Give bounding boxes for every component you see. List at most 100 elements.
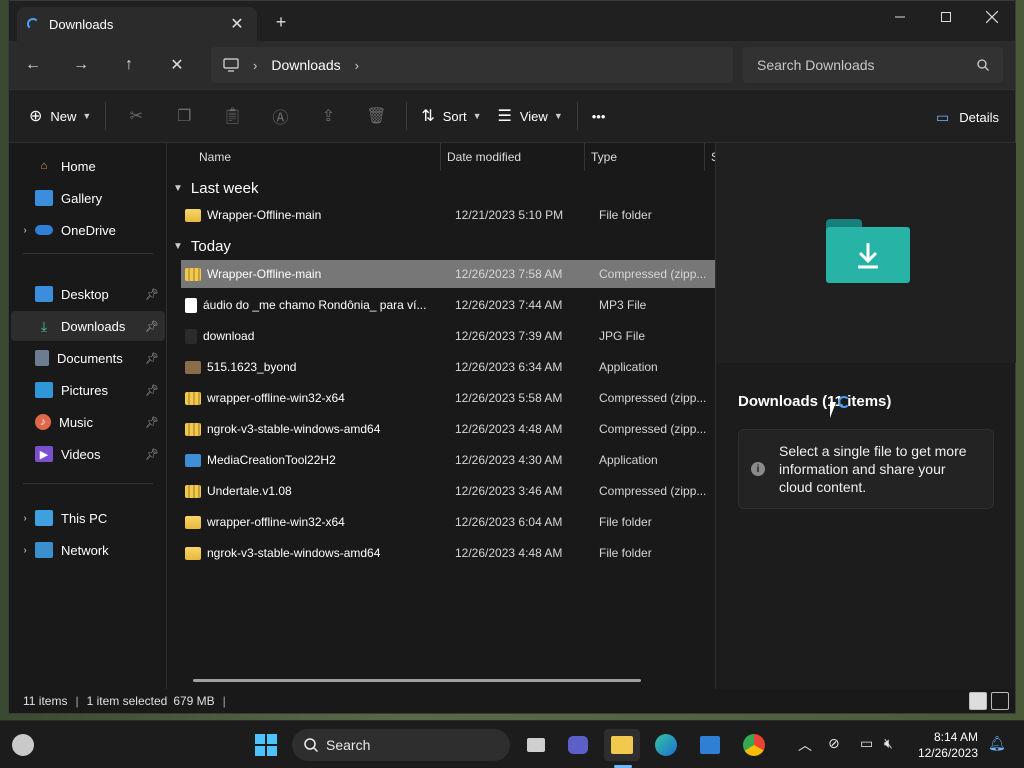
search-input[interactable]: Search Downloads xyxy=(743,47,1003,83)
tab-downloads[interactable]: Downloads ✕ xyxy=(17,7,257,41)
share-button[interactable]: ⇪ xyxy=(304,98,352,134)
chrome-icon xyxy=(743,734,765,756)
taskbar-search[interactable]: Search xyxy=(292,729,510,761)
chevron-right-icon[interactable]: › xyxy=(15,513,35,524)
sidebar-item-network[interactable]: › Network xyxy=(11,535,165,565)
taskbar-search-label: Search xyxy=(326,737,371,753)
pin-icon: 📌︎ xyxy=(145,384,159,397)
music-icon: ♪ xyxy=(35,414,51,430)
view-button[interactable]: ☰ View ▼ xyxy=(490,98,571,134)
task-view-button[interactable] xyxy=(518,729,554,761)
column-header-date-modified[interactable]: Date modified xyxy=(441,143,585,171)
pin-icon: 📌︎ xyxy=(145,288,159,301)
horizontal-scrollbar[interactable] xyxy=(193,679,641,682)
network-status-icon[interactable]: ⊘ xyxy=(828,735,840,752)
close-button[interactable] xyxy=(969,1,1015,33)
sidebar-item-home[interactable]: ⌂ Home xyxy=(11,151,165,181)
table-row[interactable]: Wrapper-Offline-main 12/21/2023 5:10 PM … xyxy=(181,201,715,229)
new-button[interactable]: ⊕ New ▼ xyxy=(21,98,99,134)
monitor-icon xyxy=(223,58,239,72)
weather-icon[interactable] xyxy=(12,734,34,756)
chrome-browser-button[interactable] xyxy=(736,729,772,761)
stop-loading-button[interactable]: ✕ xyxy=(153,45,201,85)
minimize-button[interactable] xyxy=(877,1,923,33)
table-row[interactable]: MediaCreationTool22H2 12/26/2023 4:30 AM… xyxy=(181,446,715,474)
sidebar-item-label: Gallery xyxy=(61,190,103,206)
sidebar-item-onedrive[interactable]: › OneDrive xyxy=(11,215,165,245)
up-button[interactable]: ↑ xyxy=(105,45,153,85)
table-row[interactable]: wrapper-offline-win32-x64 12/26/2023 6:0… xyxy=(181,508,715,536)
paste-button[interactable]: 📋︎ xyxy=(208,98,256,134)
details-pane-button[interactable]: ▭ Details xyxy=(936,99,999,135)
status-bar: 11 items | 1 item selected 679 MB | xyxy=(9,689,1015,713)
table-row[interactable]: Undertale.v1.08 12/26/2023 3:46 AM Compr… xyxy=(181,477,715,505)
rename-button[interactable]: Ⓐ xyxy=(256,98,304,134)
group-label: Last week xyxy=(190,179,259,197)
sidebar-item-desktop[interactable]: Desktop 📌︎ xyxy=(11,279,165,309)
sidebar-item-downloads[interactable]: ⤓ Downloads 📌︎ xyxy=(11,311,165,341)
table-row[interactable]: ngrok-v3-stable-windows-amd64 12/26/2023… xyxy=(181,415,715,443)
edge-browser-button[interactable] xyxy=(648,729,684,761)
search-icon xyxy=(977,59,989,71)
back-button[interactable]: ← xyxy=(9,45,57,85)
table-row[interactable]: download 12/26/2023 7:39 AM JPG File xyxy=(181,322,715,350)
file-explorer-taskbar-button[interactable] xyxy=(604,729,640,761)
group-header-last-week[interactable]: ▼ Last week xyxy=(173,175,258,201)
sidebar-item-label: Documents xyxy=(57,350,123,366)
file-explorer-window: Downloads ✕ + ← → ↑ ✕ › Downloads › Sear… xyxy=(8,0,1016,714)
details-view-button[interactable] xyxy=(969,692,987,710)
tab-close-button[interactable]: ✕ xyxy=(227,14,247,34)
table-row[interactable]: áudio do _me chamo Rondônia_ para ví... … xyxy=(181,291,715,319)
display-icon[interactable]: ▭ xyxy=(860,735,873,752)
cut-button[interactable]: ✂ xyxy=(112,98,160,134)
chevron-right-icon[interactable]: › xyxy=(15,545,35,556)
breadcrumb-downloads[interactable]: Downloads xyxy=(271,57,340,73)
column-header-name[interactable]: Name xyxy=(193,143,441,171)
new-tab-button[interactable]: + xyxy=(271,13,291,31)
sidebar-item-videos[interactable]: ▶ Videos 📌︎ xyxy=(11,439,165,469)
volume-muted-icon[interactable]: 🔇︎ xyxy=(884,735,893,752)
store-button[interactable] xyxy=(692,729,728,761)
column-header-type[interactable]: Type xyxy=(585,143,705,171)
see-more-button[interactable]: ••• xyxy=(584,98,614,134)
divider xyxy=(406,102,408,130)
folder-icon xyxy=(185,208,201,222)
sidebar-item-gallery[interactable]: Gallery xyxy=(11,183,165,213)
tiles-view-button[interactable] xyxy=(991,692,1009,710)
zip-folder-icon xyxy=(185,484,201,498)
forward-button[interactable]: → xyxy=(57,45,105,85)
group-header-today[interactable]: ▼ Today xyxy=(173,233,231,259)
trash-icon: 🗑︎ xyxy=(366,108,387,125)
chat-icon xyxy=(568,736,588,754)
notification-bell-icon[interactable]: 🔔︎ xyxy=(988,735,1006,752)
maximize-button[interactable] xyxy=(923,1,969,33)
delete-button[interactable]: 🗑︎ xyxy=(352,98,400,134)
sidebar-item-music[interactable]: ♪ Music 📌︎ xyxy=(11,407,165,437)
breadcrumb-separator[interactable]: › xyxy=(355,58,359,73)
sidebar-item-documents[interactable]: Documents 📌︎ xyxy=(11,343,165,373)
show-hidden-icons-button[interactable]: ︿ xyxy=(798,735,812,755)
chat-app-button[interactable] xyxy=(560,729,596,761)
table-row[interactable]: wrapper-offline-win32-x64 12/26/2023 5:5… xyxy=(181,384,715,412)
file-list: Name Date modified Type S ▼ Last week Wr… xyxy=(167,143,715,689)
sidebar-item-this-pc[interactable]: › This PC xyxy=(11,503,165,533)
sort-button[interactable]: ⇅ Sort ▼ xyxy=(413,98,489,134)
minimize-icon xyxy=(895,16,905,18)
details-label: Details xyxy=(959,109,999,125)
start-button[interactable] xyxy=(248,729,284,761)
table-row[interactable]: ngrok-v3-stable-windows-amd64 12/26/2023… xyxy=(181,539,715,567)
sidebar-item-label: OneDrive xyxy=(61,222,116,238)
table-row[interactable]: Wrapper-Offline-main 12/26/2023 7:58 AM … xyxy=(181,260,715,288)
sidebar-item-pictures[interactable]: Pictures 📌︎ xyxy=(11,375,165,405)
copy-button[interactable]: ❐ xyxy=(160,98,208,134)
system-clock[interactable]: 8:14 AM 12/26/2023 xyxy=(908,729,978,761)
column-header-size[interactable]: S xyxy=(705,143,715,171)
application-icon xyxy=(185,360,201,374)
table-row[interactable]: 515.1623_byond 12/26/2023 6:34 AM Applic… xyxy=(181,353,715,381)
chevron-right-icon[interactable]: › xyxy=(15,225,35,236)
image-file-icon xyxy=(185,328,197,344)
chevron-down-icon: ▼ xyxy=(173,182,183,194)
search-placeholder: Search Downloads xyxy=(757,57,875,73)
video-icon: ▶ xyxy=(35,446,53,462)
address-bar[interactable]: › Downloads › xyxy=(211,47,733,83)
